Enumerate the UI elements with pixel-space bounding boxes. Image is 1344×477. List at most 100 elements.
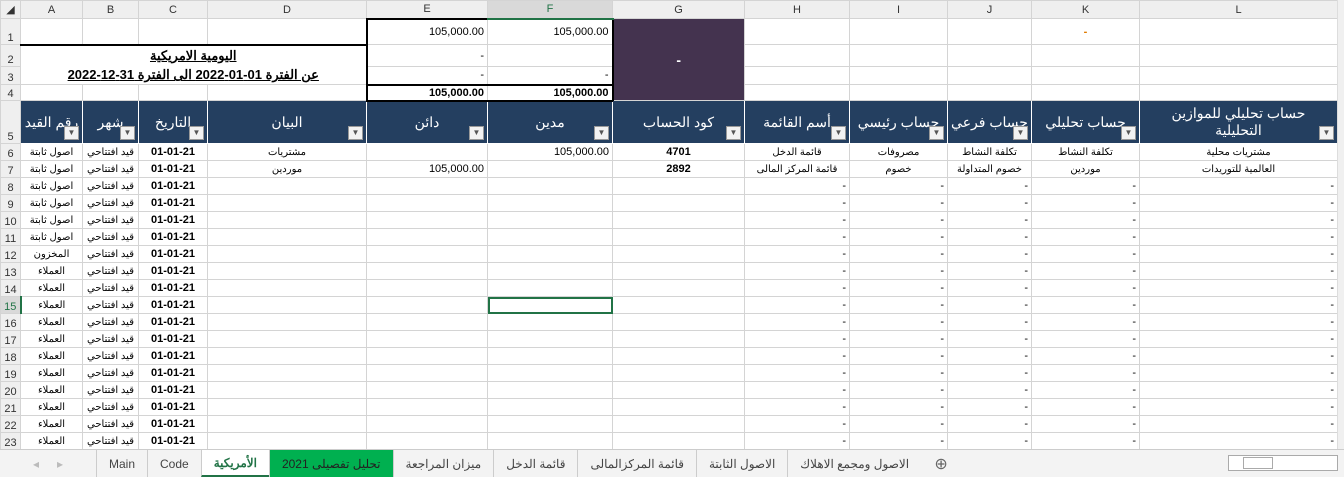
cell-K[interactable]: - xyxy=(1031,245,1140,263)
cell-F[interactable] xyxy=(487,364,613,382)
cell-D[interactable] xyxy=(207,381,367,399)
cell-B[interactable]: قيد افتتاحي xyxy=(82,262,139,280)
cell-D[interactable] xyxy=(207,279,367,297)
cell-G[interactable] xyxy=(612,177,745,195)
cell-K[interactable]: - xyxy=(1031,432,1140,450)
cell-L[interactable]: العالمية للتوريدات xyxy=(1139,160,1338,178)
cell-G[interactable] xyxy=(612,330,745,348)
cell-F[interactable] xyxy=(487,313,613,331)
cell-K[interactable]: - xyxy=(1031,330,1140,348)
cell-K[interactable]: موردين xyxy=(1031,160,1140,178)
cell[interactable] xyxy=(947,44,1032,67)
cell-H[interactable]: - xyxy=(744,279,850,297)
cell-J[interactable]: - xyxy=(947,194,1032,212)
cell[interactable] xyxy=(947,84,1032,101)
cell-A[interactable]: اصول ثابتة xyxy=(20,228,83,246)
cell-A[interactable]: العملاء xyxy=(20,381,83,399)
row-header[interactable]: 5 xyxy=(0,100,21,144)
cell-E[interactable] xyxy=(366,432,488,450)
cell[interactable] xyxy=(849,44,948,67)
cell-G[interactable] xyxy=(612,415,745,433)
cell-F[interactable] xyxy=(487,262,613,280)
cell-H[interactable]: - xyxy=(744,211,850,229)
cell-I[interactable]: خصوم xyxy=(849,160,948,178)
cell-F[interactable] xyxy=(487,160,613,178)
cell-D[interactable] xyxy=(207,347,367,365)
cell-f4[interactable]: 105,000.00 xyxy=(487,83,614,102)
cell-K[interactable]: - xyxy=(1031,262,1140,280)
cell-D[interactable] xyxy=(207,296,367,314)
cell-J[interactable]: - xyxy=(947,347,1032,365)
cell-J[interactable]: تكلفة النشاط xyxy=(947,143,1032,161)
sheet-tab[interactable]: Main xyxy=(96,450,147,477)
cell-J[interactable]: - xyxy=(947,364,1032,382)
cell-A[interactable]: العملاء xyxy=(20,296,83,314)
cell-E[interactable] xyxy=(366,398,488,416)
cell-B[interactable]: قيد افتتاحي xyxy=(82,245,139,263)
cell-A[interactable]: اصول ثابتة xyxy=(20,177,83,195)
cell-A[interactable]: العملاء xyxy=(20,364,83,382)
filter-dropdown-icon[interactable]: ▼ xyxy=(929,126,944,140)
cell-L[interactable]: - xyxy=(1139,228,1338,246)
scroll-thumb[interactable] xyxy=(1243,457,1273,469)
cell-C[interactable]: 01-01-21 xyxy=(138,347,208,365)
cell[interactable] xyxy=(744,18,850,45)
cell-J[interactable]: - xyxy=(947,381,1032,399)
cell-K[interactable]: - xyxy=(1031,415,1140,433)
cell-I[interactable]: - xyxy=(849,211,948,229)
cell-L[interactable]: - xyxy=(1139,347,1338,365)
cell-D[interactable]: موردين xyxy=(207,160,367,178)
filter-dropdown-icon[interactable]: ▼ xyxy=(348,126,363,140)
cell-B[interactable]: قيد افتتاحي xyxy=(82,279,139,297)
cell-E[interactable] xyxy=(366,194,488,212)
cell-E[interactable] xyxy=(366,313,488,331)
cell-E[interactable] xyxy=(366,415,488,433)
cell-A[interactable]: اصول ثابتة xyxy=(20,194,83,212)
filter-dropdown-icon[interactable]: ▼ xyxy=(120,126,135,140)
cell-J[interactable]: - xyxy=(947,245,1032,263)
select-all-corner[interactable]: ◢ xyxy=(0,0,21,19)
cell-E[interactable] xyxy=(366,347,488,365)
cell-I[interactable]: - xyxy=(849,313,948,331)
cell-G[interactable] xyxy=(612,432,745,450)
cell-L[interactable]: - xyxy=(1139,262,1338,280)
cell-L[interactable]: - xyxy=(1139,364,1338,382)
cell-H[interactable]: - xyxy=(744,228,850,246)
cell-B[interactable]: قيد افتتاحي xyxy=(82,160,139,178)
cell[interactable] xyxy=(487,44,614,67)
cell-B[interactable]: قيد افتتاحي xyxy=(82,194,139,212)
cell[interactable] xyxy=(82,84,139,101)
cell-H[interactable]: - xyxy=(744,245,850,263)
filter-dropdown-icon[interactable]: ▼ xyxy=(189,126,204,140)
cell-F[interactable] xyxy=(487,330,613,348)
row-header[interactable]: 19 xyxy=(0,364,21,382)
row-header[interactable]: 11 xyxy=(0,228,21,246)
cell-H[interactable]: - xyxy=(744,415,850,433)
cell-K[interactable]: - xyxy=(1031,228,1140,246)
cell-L[interactable]: - xyxy=(1139,245,1338,263)
column-header-E[interactable]: E xyxy=(366,0,488,19)
column-header-B[interactable]: B xyxy=(82,0,139,19)
cell-C[interactable]: 01-01-21 xyxy=(138,279,208,297)
cell-E[interactable] xyxy=(366,211,488,229)
cell-K[interactable]: - xyxy=(1031,313,1140,331)
cell-H[interactable]: - xyxy=(744,398,850,416)
cell-L[interactable]: - xyxy=(1139,296,1338,314)
cell-H[interactable]: - xyxy=(744,330,850,348)
cell-K[interactable]: - xyxy=(1031,279,1140,297)
cell-I[interactable]: - xyxy=(849,432,948,450)
cell-E[interactable] xyxy=(366,279,488,297)
sheet-tab[interactable]: تحليل تفصيلى 2021 xyxy=(268,450,393,477)
row-header[interactable]: 7 xyxy=(0,160,21,178)
cell-H[interactable]: قائمة الدخل xyxy=(744,143,850,161)
filter-dropdown-icon[interactable]: ▼ xyxy=(726,126,741,140)
cell[interactable] xyxy=(744,84,850,101)
cell-A[interactable]: العملاء xyxy=(20,415,83,433)
cell-L[interactable]: - xyxy=(1139,398,1338,416)
cell-L[interactable]: - xyxy=(1139,415,1338,433)
cell-G[interactable] xyxy=(612,262,745,280)
cell-I[interactable]: - xyxy=(849,194,948,212)
filter-dropdown-icon[interactable]: ▼ xyxy=(64,126,79,140)
cell-J[interactable]: - xyxy=(947,398,1032,416)
cell[interactable] xyxy=(1031,84,1140,101)
